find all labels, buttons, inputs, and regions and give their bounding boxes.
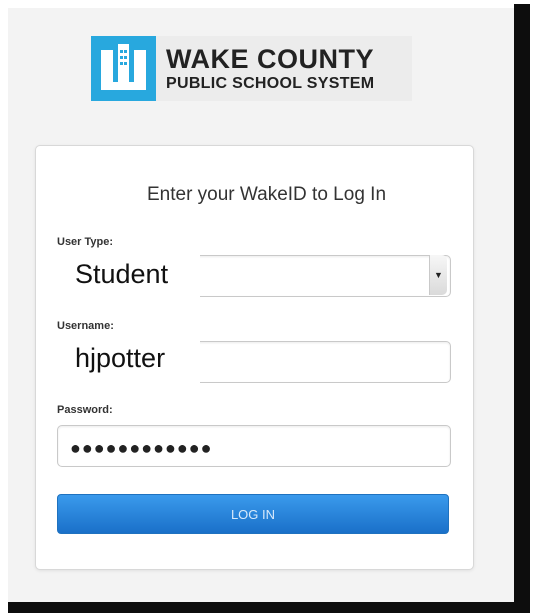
school-building-icon — [91, 36, 156, 101]
user-type-value: Student — [55, 248, 200, 301]
wcpss-logo: WAKE COUNTY PUBLIC SCHOOL SYSTEM — [91, 36, 412, 101]
logo-line1: WAKE COUNTY — [166, 43, 374, 74]
window-frame-right — [514, 4, 530, 612]
username-value: hjpotter — [55, 332, 200, 385]
username-label: Username: — [57, 320, 114, 332]
window-frame-bottom — [8, 602, 530, 613]
dropdown-arrow-icon[interactable]: ▼ — [429, 255, 447, 295]
logo-text: WAKE COUNTY PUBLIC SCHOOL SYSTEM — [166, 43, 375, 92]
password-label: Password: — [57, 404, 113, 416]
logo-line2: PUBLIC SCHOOL SYSTEM — [166, 74, 375, 92]
password-value: ●●●●●●●●●●●● — [70, 437, 213, 458]
log-in-button[interactable]: LOG IN — [57, 494, 449, 534]
login-title: Enter your WakeID to Log In — [146, 184, 387, 205]
user-type-label: User Type: — [57, 236, 114, 248]
